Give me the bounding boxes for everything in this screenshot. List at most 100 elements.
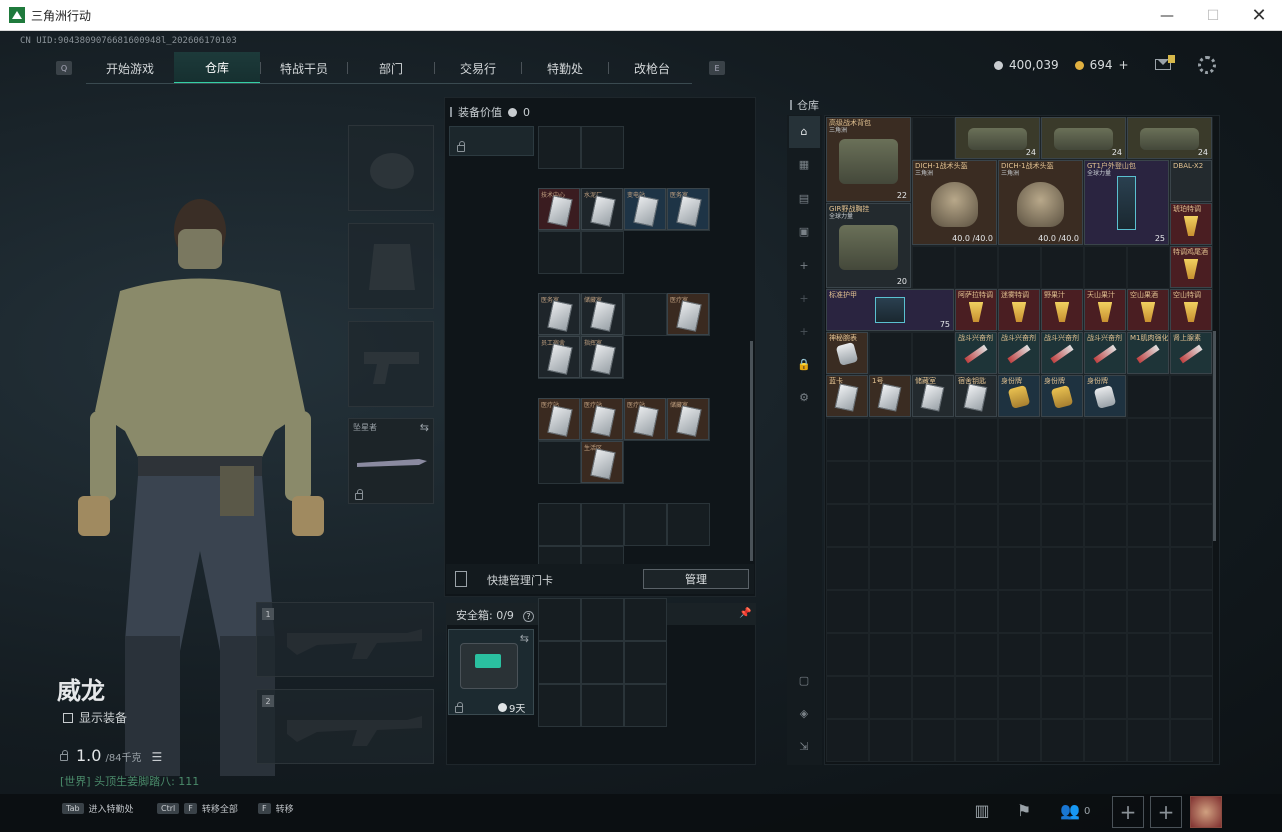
syringe[interactable]: 战斗兴奋剂 — [1084, 332, 1126, 374]
keycard-item[interactable]: 变电站 — [624, 188, 666, 230]
syringe[interactable]: 战斗兴奋剂 — [1041, 332, 1083, 374]
grid-cell[interactable] — [581, 503, 624, 546]
nav-next-key[interactable]: E — [709, 61, 725, 75]
warehouse-cell[interactable] — [1170, 676, 1213, 719]
safe-grid-cell[interactable] — [538, 598, 581, 641]
keycard-item[interactable]: 储藏室 — [581, 293, 623, 335]
keycard-item[interactable]: 医疗站 — [624, 398, 666, 440]
keycard[interactable]: 储藏室 — [912, 375, 954, 417]
warehouse-cell[interactable] — [826, 633, 869, 676]
warehouse-cell[interactable] — [1084, 547, 1127, 590]
warehouse-cell[interactable] — [912, 547, 955, 590]
optic[interactable]: DBAL-X2 — [1170, 160, 1212, 202]
warehouse-cell[interactable] — [912, 676, 955, 719]
warehouse-cell[interactable] — [998, 633, 1041, 676]
tab-start-game[interactable]: 开始游戏 — [86, 52, 174, 84]
warehouse-cell[interactable] — [826, 547, 869, 590]
warehouse-cell[interactable] — [912, 504, 955, 547]
weight-list-icon[interactable]: ☰ — [152, 750, 163, 764]
body-armor[interactable]: 标准护甲 75 — [826, 289, 954, 331]
warehouse-cell[interactable] — [1170, 375, 1213, 418]
warehouse-cell[interactable] — [1041, 418, 1084, 461]
warehouse-cell[interactable] — [1127, 375, 1170, 418]
world-chat-line[interactable]: [世界] 头顶生姜脚踏八: 111 — [60, 773, 199, 789]
warehouse-cell[interactable] — [1127, 676, 1170, 719]
chest-rig[interactable]: GT1户外登山包 全球力量 25 — [1084, 160, 1169, 245]
warehouse-cell[interactable] — [826, 461, 869, 504]
warehouse-cell[interactable] — [869, 504, 912, 547]
safe-grid-cell[interactable] — [624, 598, 667, 641]
hotkey-transfer-all[interactable]: Ctrl F 转移全部 — [157, 802, 238, 815]
grid-cell[interactable] — [624, 503, 667, 546]
warehouse-cell[interactable] — [998, 461, 1041, 504]
invite-slot-button[interactable]: + — [1112, 796, 1144, 828]
backpack[interactable]: GIR野战胸挂 全球力量 20 — [826, 203, 911, 288]
nav-prev-key[interactable]: Q — [56, 61, 72, 75]
warehouse-cell[interactable] — [869, 461, 912, 504]
warehouse-cell[interactable] — [912, 719, 955, 762]
warehouse-cell[interactable] — [955, 504, 998, 547]
warehouse-cell[interactable] — [998, 547, 1041, 590]
keycard-item[interactable]: 医疗站 — [581, 398, 623, 440]
grid-cell[interactable] — [581, 126, 624, 169]
syringe[interactable]: M1肌肉强化 — [1127, 332, 1169, 374]
warehouse-cell[interactable] — [998, 676, 1041, 719]
hotkey-special-ops[interactable]: Tab 进入特勤处 — [62, 802, 134, 815]
warehouse-cell[interactable] — [912, 246, 955, 289]
add-bond-button[interactable]: + — [1119, 58, 1129, 72]
warehouse-cell[interactable] — [912, 117, 955, 160]
transfer-icon[interactable]: ⇲ — [795, 740, 813, 754]
warehouse-cell[interactable] — [955, 633, 998, 676]
flag-icon[interactable]: ⚑ — [1014, 801, 1034, 821]
warehouse-cell[interactable] — [1084, 676, 1127, 719]
warehouse-scrollbar[interactable] — [1213, 331, 1216, 541]
warehouse-cell[interactable] — [955, 418, 998, 461]
drink[interactable]: 空山特调 — [1170, 289, 1212, 331]
grid-cell[interactable] — [538, 126, 581, 169]
warehouse-cell[interactable] — [1084, 504, 1127, 547]
warehouse-cell[interactable] — [955, 461, 998, 504]
syringe[interactable]: 战斗兴奋剂 — [955, 332, 997, 374]
keycard-item[interactable]: 指挥室 — [581, 336, 623, 378]
keycard-item[interactable]: 医务室 — [538, 293, 580, 335]
dog-tag[interactable]: 身份牌 — [1041, 375, 1083, 417]
keycard-item[interactable]: 员工宿舍 — [538, 336, 580, 378]
warehouse-cell[interactable] — [869, 676, 912, 719]
grid-cell[interactable] — [581, 231, 624, 274]
warehouse-cell[interactable] — [1041, 633, 1084, 676]
backpack[interactable]: 24 — [1041, 117, 1126, 159]
safe-grid-cell[interactable] — [538, 684, 581, 727]
warehouse-cell[interactable] — [1127, 461, 1170, 504]
keycard-item[interactable]: 医疗站 — [538, 398, 580, 440]
warehouse-cell[interactable] — [826, 504, 869, 547]
tab-department[interactable]: 部门 — [348, 52, 434, 84]
primary-weapon-slot-2[interactable]: 2 — [256, 689, 434, 764]
drink[interactable]: 阿萨拉特调 — [955, 289, 997, 331]
warehouse-cell[interactable] — [1170, 504, 1213, 547]
warehouse-cell[interactable] — [1170, 547, 1213, 590]
warehouse-cell[interactable] — [869, 633, 912, 676]
keycard-item[interactable]: 储藏室 — [667, 398, 709, 440]
backpack[interactable]: 24 — [955, 117, 1040, 159]
warehouse-cell[interactable] — [998, 590, 1041, 633]
warehouse-cell[interactable] — [1170, 418, 1213, 461]
warehouse-cell[interactable] — [1127, 590, 1170, 633]
warehouse-cell[interactable] — [1127, 719, 1170, 762]
warehouse-cell[interactable] — [1084, 633, 1127, 676]
settings-icon[interactable]: ⚙ — [795, 391, 813, 405]
grid-cell[interactable] — [624, 293, 667, 336]
gear-icon[interactable] — [1198, 56, 1216, 74]
show-equipment-toggle[interactable]: 显示装备 — [63, 709, 127, 726]
warehouse-cell[interactable] — [1127, 246, 1170, 289]
warehouse-cell[interactable] — [912, 461, 955, 504]
watch[interactable]: 神秘腕表 — [826, 332, 868, 374]
warehouse-cell[interactable] — [826, 676, 869, 719]
tab-gunsmith[interactable]: 改枪台 — [609, 52, 695, 84]
syringe[interactable]: 肾上腺素 — [1170, 332, 1212, 374]
add-tab-icon[interactable]: + — [795, 259, 813, 273]
warehouse-cell[interactable] — [1041, 676, 1084, 719]
warehouse-cell[interactable] — [1170, 590, 1213, 633]
warehouse-cell[interactable] — [826, 719, 869, 762]
pistol-slot[interactable] — [348, 321, 434, 407]
backpack[interactable]: 高级战术背包 三角洲 22 — [826, 117, 911, 202]
